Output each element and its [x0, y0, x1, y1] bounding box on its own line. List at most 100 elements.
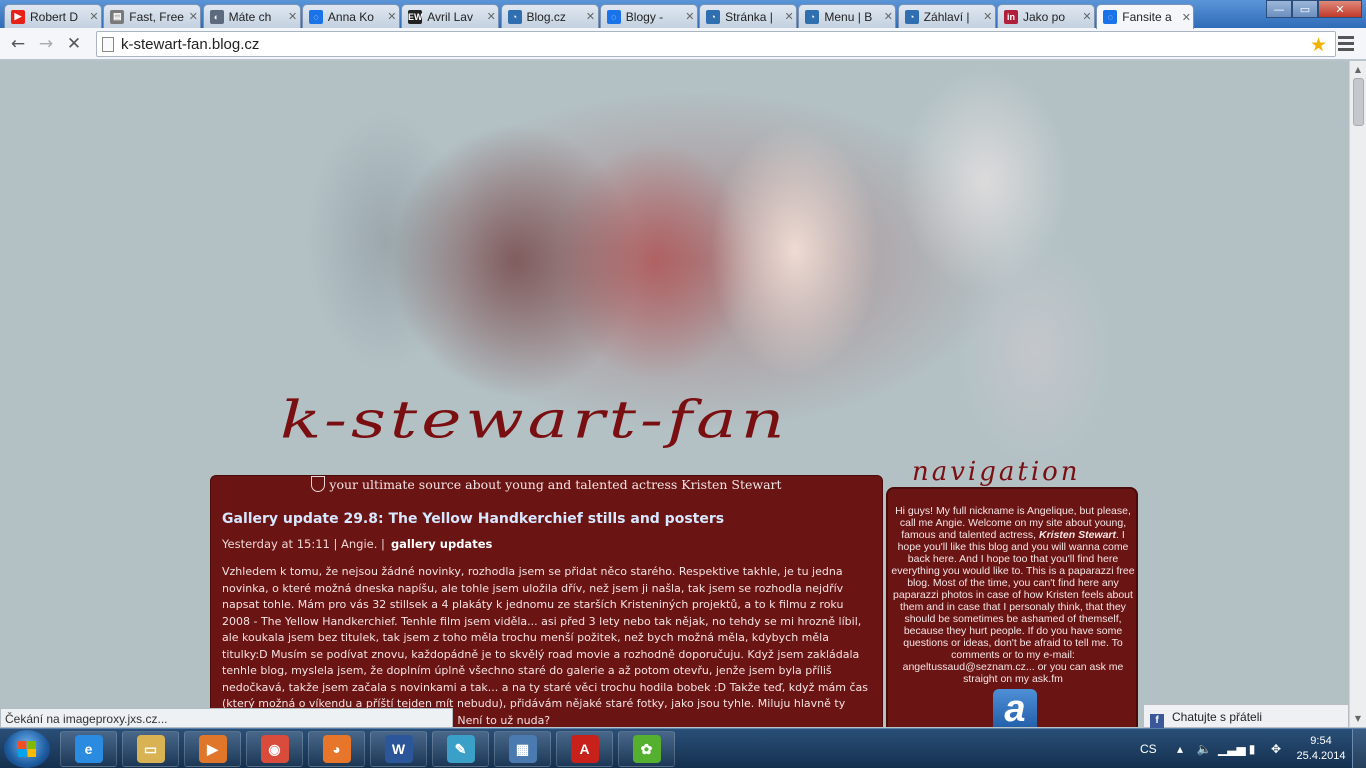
- youtube-icon: ▶: [11, 9, 25, 24]
- browser-tab[interactable]: ▶ Robert D ✕: [4, 4, 102, 28]
- tab-label: Máte ch: [228, 9, 272, 24]
- tab-label: Záhlaví |: [923, 9, 970, 24]
- main-content: your ultimate source about young and tal…: [210, 475, 883, 727]
- askfm-icon[interactable]: a: [993, 689, 1037, 727]
- acrobat-icon: A: [570, 735, 599, 763]
- tab-label: Menu | B: [824, 9, 873, 24]
- clock[interactable]: 9:54 25.4.2014: [1294, 734, 1348, 764]
- minimize-button[interactable]: —: [1266, 0, 1292, 18]
- tab-close-icon[interactable]: ✕: [683, 10, 697, 23]
- scroll-up-icon[interactable]: ▲: [1350, 61, 1366, 78]
- taskbar-app[interactable]: ✿: [618, 731, 675, 767]
- close-window-button[interactable]: ✕: [1318, 0, 1362, 18]
- taskbar-app[interactable]: ▦: [494, 731, 551, 767]
- browser-tab[interactable]: in Jako po ✕: [997, 4, 1095, 28]
- url-text[interactable]: k-stewart-fan.blog.cz: [121, 36, 259, 53]
- blogcz-icon: ◔: [706, 9, 721, 24]
- tab-label: Blog.cz: [526, 9, 566, 24]
- browser-tab[interactable]: ◌ Fansite a ✕: [1096, 4, 1195, 29]
- tab-close-icon[interactable]: ✕: [385, 10, 399, 23]
- media-player-icon: ▶: [198, 735, 227, 763]
- tab-label: Fansite a: [1122, 10, 1172, 24]
- forward-icon[interactable]: →: [36, 34, 56, 54]
- icq-icon: ✿: [632, 735, 661, 763]
- web-page: k-stewart-fan your ultimate source about…: [0, 61, 1349, 727]
- loading-icon: ◌: [308, 9, 323, 24]
- tab-label: Blogy -: [625, 9, 664, 24]
- browser-tab[interactable]: ◔ Menu | B ✕: [798, 4, 897, 28]
- taskbar-app[interactable]: ✎: [432, 731, 489, 767]
- battery-icon[interactable]: ▮: [1242, 742, 1262, 756]
- tab-label: Stránka |: [725, 9, 773, 24]
- page-scrollbar[interactable]: ▲ ▼: [1349, 61, 1366, 727]
- taskbar-app[interactable]: W: [370, 731, 427, 767]
- browser-toolbar: ← → ✕ k-stewart-fan.blog.cz ★: [0, 28, 1366, 60]
- back-icon[interactable]: ←: [8, 34, 28, 54]
- sidebar: Hi guys! My full nickname is Angelique, …: [886, 487, 1138, 727]
- tab-close-icon[interactable]: ✕: [87, 10, 101, 23]
- scroll-down-icon[interactable]: ▼: [1350, 710, 1366, 727]
- chrome-menu-icon[interactable]: [1338, 36, 1354, 54]
- tab-close-icon[interactable]: ✕: [881, 10, 895, 23]
- browser-tab[interactable]: ◔ Záhlaví | ✕: [897, 4, 996, 28]
- tab-close-icon[interactable]: ✕: [484, 10, 498, 23]
- loading-icon: ◌: [606, 9, 621, 24]
- maximize-button[interactable]: ▭: [1292, 0, 1318, 18]
- dropbox-icon[interactable]: ✥: [1266, 742, 1286, 756]
- internet-explorer-icon: e: [74, 735, 103, 763]
- linkedin-icon: in: [1004, 9, 1018, 24]
- page-icon: [102, 37, 114, 52]
- tab-close-icon[interactable]: ✕: [1179, 11, 1193, 24]
- post-category-link[interactable]: gallery updates: [391, 537, 492, 551]
- show-desktop-button[interactable]: [1352, 729, 1366, 768]
- window-controls: — ▭ ✕: [1266, 0, 1362, 20]
- post-title[interactable]: Gallery update 29.8: The Yellow Handkerc…: [222, 511, 724, 527]
- volume-icon[interactable]: 🔈: [1194, 742, 1214, 756]
- bookmark-star-icon[interactable]: ★: [1310, 34, 1327, 56]
- browser-tab[interactable]: ▤ Fast, Free ✕: [103, 4, 202, 28]
- feather-app-icon: ✎: [446, 735, 475, 763]
- blogcz-icon: ◐: [209, 9, 224, 24]
- site-logo[interactable]: k-stewart-fan: [280, 391, 789, 450]
- tray-arrow-icon[interactable]: ▴: [1170, 742, 1190, 756]
- network-app-icon: ▦: [508, 735, 537, 763]
- browser-tab[interactable]: ◔ Stránka | ✕: [699, 4, 798, 28]
- language-indicator[interactable]: CS: [1140, 742, 1170, 756]
- taskbar-app[interactable]: ◕: [308, 731, 365, 767]
- stop-icon[interactable]: ✕: [64, 34, 84, 54]
- document-icon: ▤: [110, 9, 125, 24]
- taskbar-app[interactable]: ▭: [122, 731, 179, 767]
- word-icon: W: [384, 735, 413, 763]
- browser-tab[interactable]: ◐ Máte ch ✕: [202, 4, 301, 28]
- tab-close-icon[interactable]: ✕: [584, 10, 598, 23]
- chrome-icon: ◉: [260, 735, 289, 763]
- signal-icon[interactable]: ▁▃▅: [1218, 742, 1246, 756]
- tab-label: Avril Lav: [427, 9, 473, 24]
- status-bubble: Čekání na imageproxy.jxs.cz...: [0, 708, 453, 728]
- tab-close-icon[interactable]: ✕: [186, 10, 200, 23]
- tab-close-icon[interactable]: ✕: [981, 10, 995, 23]
- site-tagline: your ultimate source about young and tal…: [211, 476, 882, 494]
- tab-close-icon[interactable]: ✕: [1080, 10, 1094, 23]
- taskbar-app[interactable]: ▶: [184, 731, 241, 767]
- system-tray: CS ▴ 🔈 ▁▃▅ ▮ ✥: [1130, 729, 1290, 768]
- scroll-thumb[interactable]: [1353, 78, 1364, 126]
- browser-tab[interactable]: EW Avril Lav ✕: [401, 4, 500, 28]
- loading-icon: ◌: [1103, 10, 1118, 24]
- post-body: Vzhledem k tomu, že nejsou žádné novinky…: [222, 565, 869, 727]
- tab-close-icon[interactable]: ✕: [286, 10, 300, 23]
- facebook-icon: f: [1150, 714, 1164, 728]
- shield-icon: [311, 476, 326, 492]
- tab-label: Fast, Free: [129, 9, 184, 24]
- taskbar-app[interactable]: e: [60, 731, 117, 767]
- taskbar-app[interactable]: ◉: [246, 731, 303, 767]
- start-button[interactable]: [4, 730, 50, 768]
- browser-tab[interactable]: ◌ Anna Ko ✕: [301, 4, 400, 28]
- tab-strip: — ▭ ✕ ▶ Robert D ✕ ▤ Fast, Free ✕ ◐ Máte ch ✕ ◌ An…: [0, 0, 1366, 29]
- taskbar-app[interactable]: A: [556, 731, 613, 767]
- browser-tab[interactable]: ◔ Blog.cz ✕: [500, 4, 599, 28]
- address-bar[interactable]: k-stewart-fan.blog.cz ★: [96, 31, 1336, 57]
- chat-bar[interactable]: f Chatujte s přáteli: [1143, 704, 1349, 728]
- browser-tab[interactable]: ◌ Blogy - ✕: [599, 4, 698, 28]
- tab-close-icon[interactable]: ✕: [782, 10, 796, 23]
